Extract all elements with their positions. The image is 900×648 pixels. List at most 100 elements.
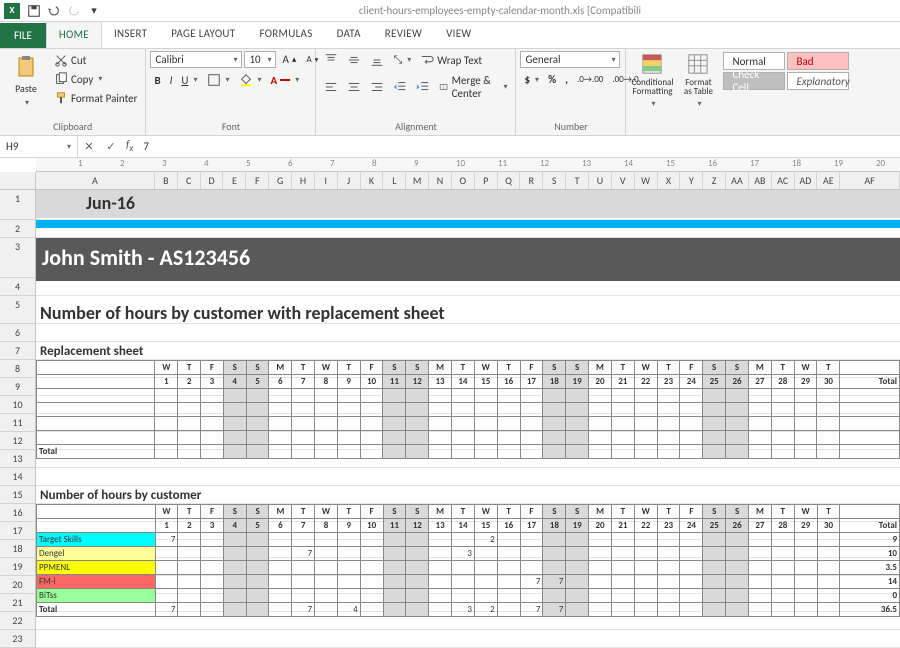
tab-view[interactable]: VIEW (434, 21, 483, 48)
cell[interactable] (269, 445, 292, 459)
row-label[interactable]: BiTss (37, 589, 156, 603)
cell[interactable] (520, 403, 543, 417)
cell[interactable] (657, 533, 680, 547)
cell[interactable] (451, 445, 474, 459)
cell[interactable] (474, 389, 497, 403)
cell[interactable] (155, 547, 178, 561)
row-label[interactable]: FM-i (37, 575, 156, 589)
cell[interactable] (749, 561, 772, 575)
row-head-21[interactable]: 21 (0, 594, 36, 612)
indent-inc-icon[interactable] (412, 72, 434, 102)
cell[interactable] (292, 389, 315, 403)
col-head-H[interactable]: H (292, 172, 315, 189)
cell[interactable] (634, 533, 657, 547)
cell[interactable] (269, 575, 292, 589)
font-name-select[interactable]: Calibri▾ (150, 51, 242, 68)
style-bad[interactable]: Bad (787, 52, 849, 70)
cell[interactable] (589, 561, 612, 575)
cell[interactable] (406, 445, 429, 459)
cell[interactable] (748, 403, 771, 417)
cell[interactable] (201, 533, 224, 547)
cell[interactable] (315, 603, 338, 617)
cell[interactable] (223, 389, 246, 403)
row-head-14[interactable]: 14 (0, 468, 36, 486)
italic-button[interactable]: I (166, 71, 177, 89)
col-head-I[interactable]: I (315, 172, 338, 189)
border-button[interactable]: ▾ (203, 71, 234, 89)
cell[interactable] (680, 589, 703, 603)
format-painter-button[interactable]: Format Painter (50, 89, 141, 107)
col-head-AD[interactable]: AD (795, 172, 818, 189)
cell[interactable] (634, 561, 657, 575)
cell[interactable] (246, 445, 269, 459)
cell[interactable] (429, 533, 452, 547)
cell[interactable] (703, 547, 726, 561)
cell[interactable] (497, 547, 520, 561)
cell[interactable] (611, 403, 634, 417)
cell[interactable] (817, 431, 840, 445)
row-label[interactable]: PPMENL (37, 561, 156, 575)
cell[interactable] (749, 589, 772, 603)
cell[interactable]: 3 (452, 547, 475, 561)
cell[interactable]: 4 (337, 603, 360, 617)
cell[interactable] (611, 603, 634, 617)
cell[interactable] (749, 603, 772, 617)
cell[interactable] (178, 561, 201, 575)
cell[interactable] (155, 445, 178, 459)
cell[interactable] (680, 575, 703, 589)
cell[interactable] (337, 547, 360, 561)
tab-file[interactable]: FILE (0, 23, 46, 48)
col-head-L[interactable]: L (383, 172, 406, 189)
cell[interactable] (292, 561, 315, 575)
cell[interactable] (589, 533, 612, 547)
cell[interactable] (543, 417, 566, 431)
cell[interactable] (726, 533, 749, 547)
cell[interactable] (566, 575, 589, 589)
cell[interactable] (748, 417, 771, 431)
cell[interactable] (223, 417, 246, 431)
cell[interactable] (794, 417, 817, 431)
cell[interactable] (314, 431, 337, 445)
cell[interactable] (771, 389, 794, 403)
cell[interactable] (406, 589, 429, 603)
col-head-AA[interactable]: AA (726, 172, 749, 189)
cell[interactable] (201, 589, 224, 603)
cell[interactable] (657, 403, 680, 417)
cell[interactable] (406, 533, 429, 547)
cell[interactable] (589, 547, 612, 561)
cell[interactable] (383, 431, 406, 445)
cell[interactable] (337, 431, 360, 445)
cell[interactable] (634, 431, 657, 445)
cell[interactable] (246, 431, 269, 445)
col-head-G[interactable]: G (269, 172, 292, 189)
cell[interactable] (474, 575, 497, 589)
cell[interactable] (543, 589, 566, 603)
row-head-12[interactable]: 12 (0, 432, 36, 450)
cell[interactable] (748, 389, 771, 403)
cell[interactable]: 7 (543, 603, 566, 617)
percent-button[interactable]: % (544, 71, 560, 88)
cell[interactable] (703, 589, 726, 603)
cell[interactable] (383, 589, 406, 603)
cell[interactable] (817, 445, 840, 459)
row-head-15[interactable]: 15 (0, 486, 36, 504)
cell[interactable] (634, 445, 657, 459)
cell[interactable] (474, 445, 497, 459)
cell[interactable] (269, 389, 292, 403)
cell[interactable] (748, 445, 771, 459)
format-as-table-button[interactable]: Format as Table▾ (676, 51, 720, 111)
cell[interactable] (201, 389, 224, 403)
cell[interactable] (611, 533, 634, 547)
cell[interactable] (360, 533, 383, 547)
cut-button[interactable]: Cut (50, 51, 141, 69)
cell[interactable] (794, 603, 817, 617)
cell[interactable] (520, 561, 543, 575)
row-head-13[interactable]: 13 (0, 450, 36, 468)
style-explanatory[interactable]: Explanatory (787, 72, 849, 90)
cell[interactable] (452, 575, 475, 589)
cell[interactable] (680, 533, 703, 547)
cell[interactable] (452, 533, 475, 547)
cell[interactable] (726, 603, 749, 617)
cell[interactable] (497, 431, 520, 445)
cell[interactable] (497, 403, 520, 417)
